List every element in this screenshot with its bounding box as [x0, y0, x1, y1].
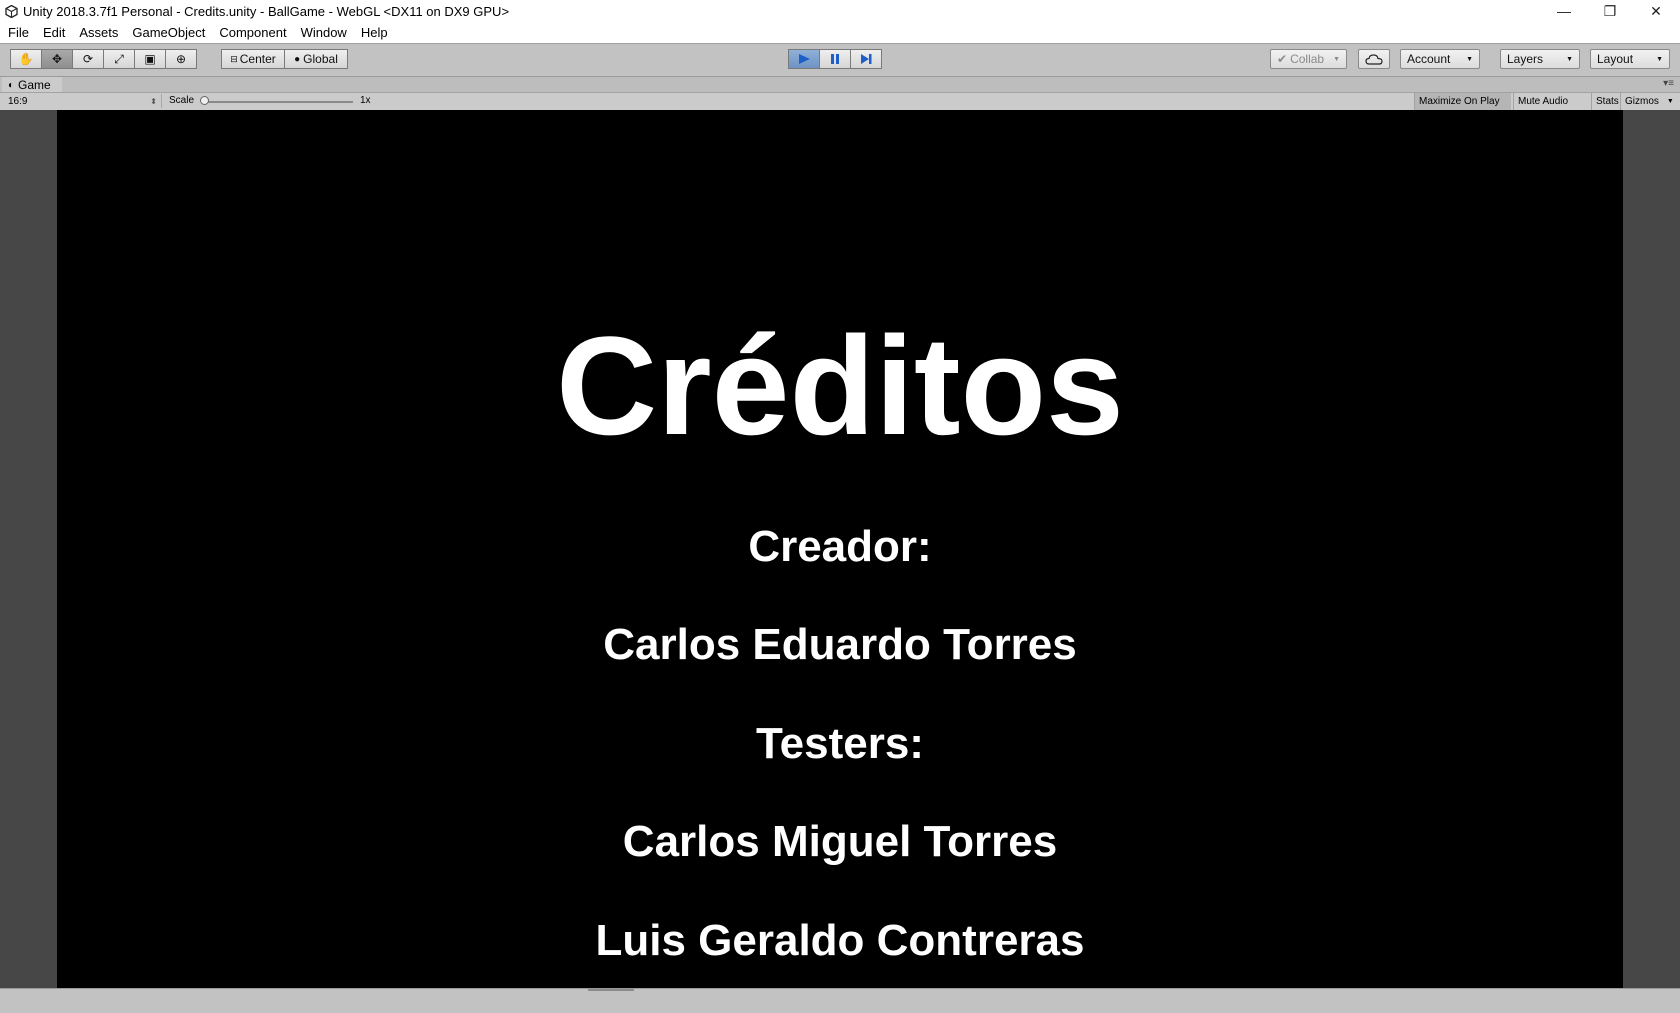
game-view-icon: ◐: [8, 79, 15, 91]
menu-edit[interactable]: Edit: [36, 22, 72, 43]
game-view-toolbar: 16:9 ⬍ Scale 1x Maximize On Play Mute Au…: [0, 92, 1680, 111]
rotate-tool-button[interactable]: ⟳: [72, 49, 104, 69]
main-toolbar: ✋ ✥ ⟳ ⤢ ▣ ⊕ ⊟ Center ● Global ✔ Collab ▼: [0, 43, 1680, 76]
move-tool-icon: ✥: [51, 52, 63, 66]
mute-audio-toggle[interactable]: Mute Audio: [1513, 93, 1577, 110]
play-button[interactable]: [788, 49, 820, 69]
scale-slider-track[interactable]: [205, 101, 353, 103]
menu-component[interactable]: Component: [212, 22, 293, 43]
pause-button[interactable]: [819, 49, 851, 69]
unity-logo-icon: [5, 4, 19, 18]
resize-handle[interactable]: [588, 989, 634, 991]
pivot-center-button[interactable]: ⊟ Center: [221, 49, 285, 69]
scale-label: Scale: [169, 95, 195, 106]
menu-bar: File Edit Assets GameObject Component Wi…: [0, 22, 1680, 43]
restore-icon: ❐: [1603, 2, 1617, 19]
tab-menu-icon[interactable]: ▾≡: [1663, 78, 1674, 89]
collab-dropdown[interactable]: ✔ Collab ▼: [1270, 49, 1347, 69]
menu-gameobject[interactable]: GameObject: [125, 22, 212, 43]
tester-name-2: Luis Geraldo Contreras: [595, 916, 1085, 965]
layers-dropdown[interactable]: Layers ▼: [1500, 49, 1580, 69]
tester-name-1: Carlos Miguel Torres: [622, 817, 1058, 866]
hand-tool-button[interactable]: ✋: [10, 49, 42, 69]
transform-tool-icon: ⊕: [175, 52, 187, 66]
up-down-arrows-icon: ⬍: [150, 96, 157, 106]
maximize-on-play-toggle[interactable]: Maximize On Play: [1414, 93, 1511, 110]
aspect-ratio-value: 16:9: [8, 95, 28, 107]
mute-audio-label: Mute Audio: [1518, 96, 1569, 107]
transform-tool-button[interactable]: ⊕: [165, 49, 197, 69]
window-title-bar: Unity 2018.3.7f1 Personal - Credits.unit…: [0, 0, 1680, 22]
scale-slider-handle[interactable]: [200, 96, 209, 105]
cloud-icon: [1365, 54, 1383, 65]
collab-label: Collab: [1290, 52, 1325, 66]
check-icon: ✔: [1277, 52, 1288, 66]
game-tab[interactable]: ◐ Game: [2, 77, 62, 93]
window-title: Unity 2018.3.7f1 Personal - Credits.unit…: [23, 3, 510, 19]
credits-title: Créditos: [556, 307, 1124, 464]
menu-window[interactable]: Window: [294, 22, 354, 43]
rect-tool-button[interactable]: ▣: [134, 49, 166, 69]
close-button[interactable]: ✕: [1633, 0, 1679, 22]
close-icon: ✕: [1650, 2, 1662, 19]
pivot-icon: ⊟: [230, 53, 238, 64]
cloud-button[interactable]: [1358, 49, 1390, 69]
account-dropdown[interactable]: Account ▼: [1400, 49, 1480, 69]
pivot-toggles: ⊟ Center ● Global: [221, 49, 348, 69]
game-viewport[interactable]: Créditos Creador: Carlos Eduardo Torres …: [0, 110, 1680, 988]
transform-tools: ✋ ✥ ⟳ ⤢ ▣ ⊕: [10, 49, 197, 69]
chevron-down-icon: ▼: [1466, 55, 1473, 63]
chevron-down-icon: ▼: [1666, 98, 1674, 105]
move-tool-button[interactable]: ✥: [41, 49, 73, 69]
game-tab-bar: ◐ Game ▾≡: [0, 76, 1680, 93]
account-label: Account: [1407, 52, 1451, 66]
chevron-down-icon: ▼: [1566, 55, 1573, 63]
rotate-tool-icon: ⟳: [82, 52, 94, 66]
scale-tool-button[interactable]: ⤢: [103, 49, 135, 69]
creator-name: Carlos Eduardo Torres: [603, 620, 1077, 669]
gizmos-label: Gizmos: [1625, 96, 1659, 107]
chevron-down-icon: ▼: [1333, 55, 1340, 63]
creator-heading: Creador:: [748, 522, 932, 571]
scale-value: 1x: [360, 95, 371, 106]
status-bar: [0, 988, 1680, 1013]
hand-tool-icon: ✋: [18, 52, 34, 66]
menu-assets[interactable]: Assets: [72, 22, 125, 43]
aspect-ratio-dropdown[interactable]: 16:9 ⬍: [4, 94, 162, 108]
gizmos-dropdown[interactable]: Gizmos ▼: [1620, 93, 1680, 110]
play-icon: [799, 54, 810, 64]
maximize-on-play-label: Maximize On Play: [1419, 96, 1500, 107]
game-screen[interactable]: Créditos Creador: Carlos Eduardo Torres …: [57, 110, 1623, 988]
restore-button[interactable]: ❐: [1587, 0, 1633, 22]
step-button[interactable]: [850, 49, 882, 69]
minimize-icon: —: [1557, 3, 1571, 19]
rect-tool-icon: ▣: [144, 52, 156, 66]
minimize-button[interactable]: —: [1541, 0, 1587, 22]
layout-dropdown[interactable]: Layout ▼: [1590, 49, 1670, 69]
game-tab-label: Game: [18, 78, 51, 92]
playback-controls: [788, 49, 882, 69]
menu-file[interactable]: File: [1, 22, 36, 43]
step-icon: [861, 54, 872, 64]
pivot-center-label: Center: [239, 52, 276, 66]
chevron-down-icon: ▼: [1656, 55, 1663, 63]
layout-label: Layout: [1597, 52, 1634, 66]
scale-tool-icon: ⤢: [114, 51, 124, 66]
pivot-global-button[interactable]: ● Global: [284, 49, 348, 69]
testers-heading: Testers:: [756, 719, 924, 768]
globe-icon: ●: [294, 53, 301, 65]
pause-icon: [831, 54, 839, 64]
pivot-global-label: Global: [303, 52, 338, 66]
layers-label: Layers: [1507, 52, 1544, 66]
menu-help[interactable]: Help: [354, 22, 395, 43]
stats-label: Stats: [1596, 96, 1619, 107]
